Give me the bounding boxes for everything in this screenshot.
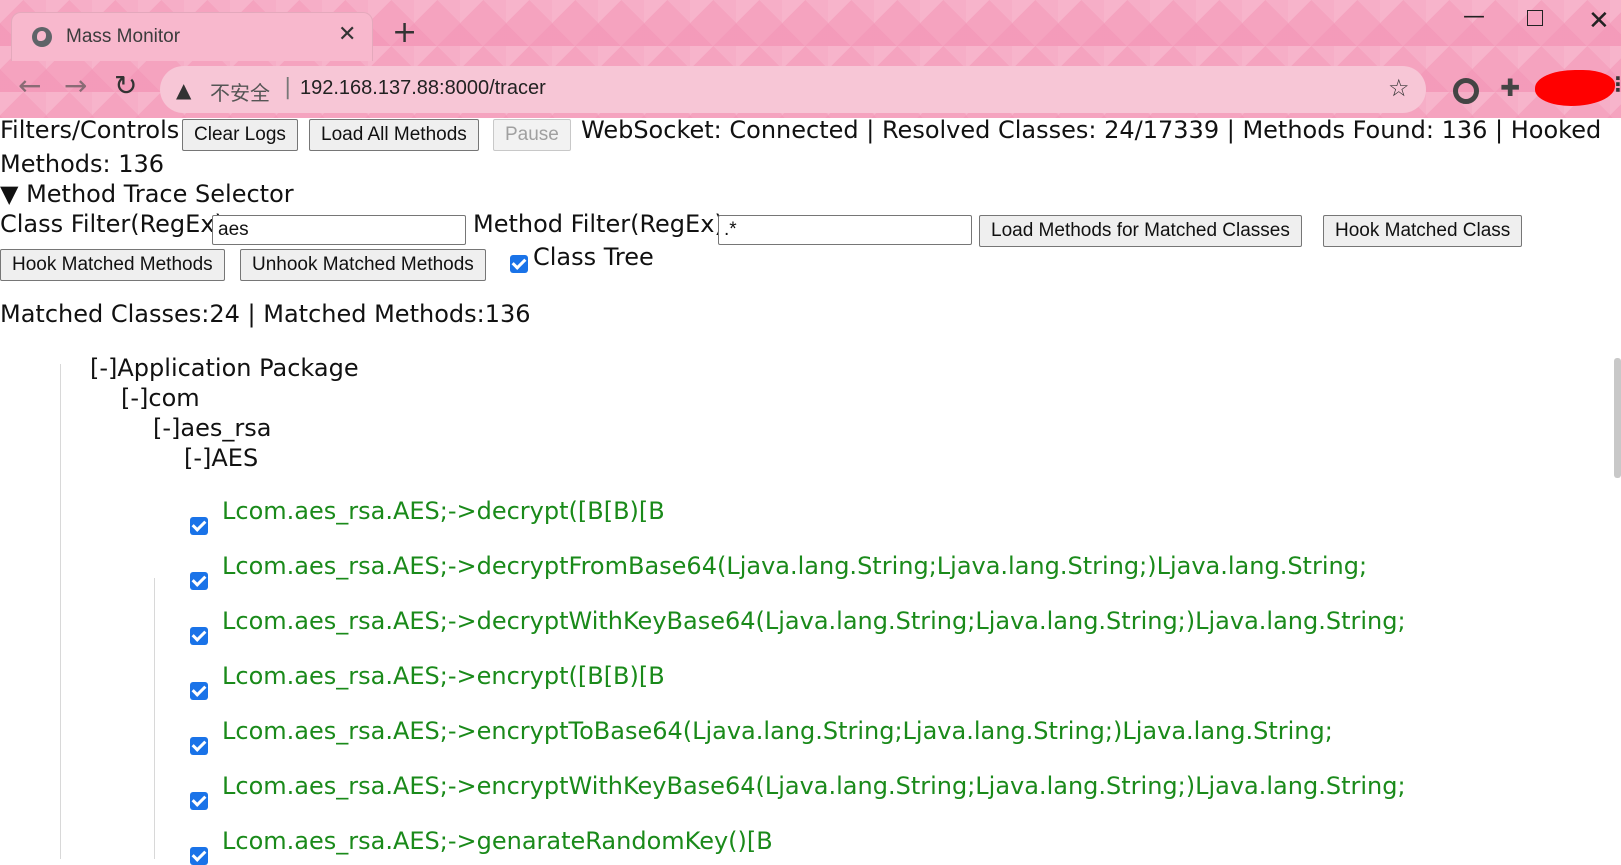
pause-button[interactable]: Pause xyxy=(493,119,571,151)
clear-logs-button[interactable]: Clear Logs xyxy=(182,119,298,151)
method-entry: Lcom.aes_rsa.AES;->decryptFromBase64(Lja… xyxy=(222,552,1368,580)
method-checkbox[interactable] xyxy=(190,517,208,535)
extensions-puzzle-icon[interactable]: ✚ xyxy=(1500,74,1520,102)
tree-node-aes[interactable]: [-]AES xyxy=(184,444,258,472)
filters-controls-label: Filters/Controls xyxy=(0,116,180,144)
status-line: WebSocket: Connected | Resolved Classes:… xyxy=(581,116,1602,144)
tree-guide-line xyxy=(154,578,155,859)
method-checkbox[interactable] xyxy=(190,847,208,865)
maximize-icon[interactable] xyxy=(1527,10,1543,26)
tree-node-aes-rsa[interactable]: [-]aes_rsa xyxy=(153,414,271,442)
tab-title: Mass Monitor xyxy=(66,26,181,47)
extension-ring-icon[interactable] xyxy=(1453,78,1479,104)
url-text[interactable]: 192.168.137.88:8000/tracer xyxy=(300,77,546,100)
minimize-icon[interactable]: — xyxy=(1463,4,1485,29)
class-tree-label: Class Tree xyxy=(533,243,654,271)
hook-matched-class-button[interactable]: Hook Matched Class xyxy=(1323,215,1523,247)
page-content: Filters/Controls Clear Logs Load All Met… xyxy=(0,116,1621,865)
new-tab-icon[interactable]: + xyxy=(392,18,417,48)
scrollbar-thumb[interactable] xyxy=(1614,358,1621,478)
matched-summary: Matched Classes:24 | Matched Methods:136 xyxy=(0,300,531,328)
hook-matched-methods-button[interactable]: Hook Matched Methods xyxy=(0,249,225,281)
insecure-label: 不安全 xyxy=(210,81,270,105)
method-checkbox[interactable] xyxy=(190,627,208,645)
browser-chrome: Mass Monitor ✕ + — ✕ ← → ↻ ▲ 不安全 | 192.1… xyxy=(0,0,1621,118)
method-filter-label: Method Filter(RegEx): xyxy=(473,210,732,238)
method-trace-selector-toggle[interactable]: ▼ Method Trace Selector xyxy=(0,180,294,208)
method-entry: Lcom.aes_rsa.AES;->encrypt([B[B)[B xyxy=(222,662,665,690)
globe-icon xyxy=(32,27,52,47)
back-arrow-icon[interactable]: ← xyxy=(18,72,41,100)
method-filter-input[interactable] xyxy=(718,215,972,245)
forward-arrow-icon[interactable]: → xyxy=(64,72,87,100)
status-line-continued: Methods: 136 xyxy=(0,150,165,178)
address-bar[interactable]: ▲ 不安全 | 192.168.137.88:8000/tracer ☆ xyxy=(160,66,1426,113)
method-entry: Lcom.aes_rsa.AES;->encryptToBase64(Ljava… xyxy=(222,717,1333,745)
method-checkbox[interactable] xyxy=(190,572,208,590)
method-checkbox[interactable] xyxy=(190,682,208,700)
reload-icon[interactable]: ↻ xyxy=(114,72,137,100)
tree-guide-line xyxy=(60,364,61,859)
method-entry: Lcom.aes_rsa.AES;->encryptWithKeyBase64(… xyxy=(222,772,1406,800)
method-checkbox[interactable] xyxy=(190,792,208,810)
close-tab-icon[interactable]: ✕ xyxy=(338,22,356,47)
method-entry: Lcom.aes_rsa.AES;->genarateRandomKey()[B xyxy=(222,827,773,855)
unhook-matched-methods-button[interactable]: Unhook Matched Methods xyxy=(240,249,486,281)
method-entry: Lcom.aes_rsa.AES;->decryptWithKeyBase64(… xyxy=(222,607,1406,635)
browser-tab[interactable]: Mass Monitor ✕ xyxy=(11,12,373,61)
class-filter-input[interactable] xyxy=(212,215,466,245)
tree-node-application-package[interactable]: [-]Application Package xyxy=(90,354,359,382)
class-filter-label: Class Filter(RegEx): xyxy=(0,210,232,238)
class-tree-checkbox[interactable] xyxy=(510,255,528,273)
method-entry: Lcom.aes_rsa.AES;->decrypt([B[B)[B xyxy=(222,497,665,525)
menu-dots-icon[interactable]: ⋮ xyxy=(1608,72,1621,96)
warning-icon: ▲ xyxy=(176,78,192,102)
bookmark-star-icon[interactable]: ☆ xyxy=(1388,74,1410,102)
close-window-icon[interactable]: ✕ xyxy=(1588,6,1610,36)
load-methods-button[interactable]: Load Methods for Matched Classes xyxy=(979,215,1302,247)
method-checkbox[interactable] xyxy=(190,737,208,755)
address-separator: | xyxy=(284,75,292,100)
load-all-methods-button[interactable]: Load All Methods xyxy=(309,119,479,151)
profile-avatar[interactable] xyxy=(1535,70,1615,106)
tree-node-com[interactable]: [-]com xyxy=(121,384,200,412)
